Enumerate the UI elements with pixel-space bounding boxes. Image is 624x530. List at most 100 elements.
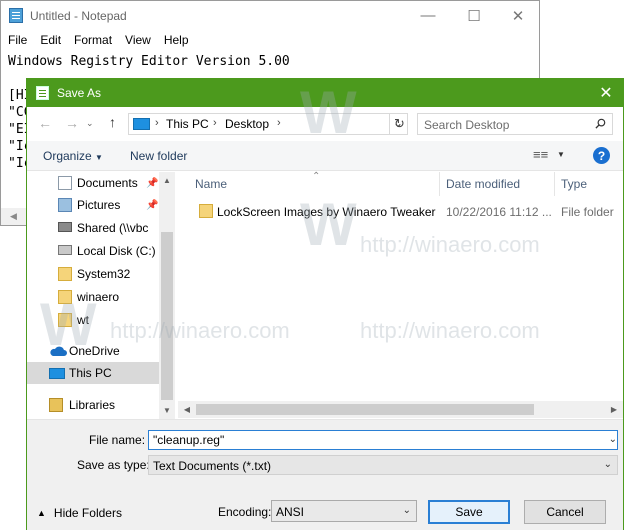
nav-item-wt[interactable]: wt — [27, 309, 159, 331]
scrollbar-thumb[interactable] — [161, 232, 173, 400]
nav-item-system32[interactable]: System32 — [27, 263, 159, 285]
dialog-title-bar[interactable]: Save As ✕ — [27, 79, 623, 107]
file-list-scrollbar[interactable]: ◀ ▶ — [178, 401, 623, 418]
file-name-input[interactable] — [148, 430, 618, 450]
encoding-value: ANSI — [276, 505, 305, 519]
column-divider[interactable] — [439, 172, 440, 196]
encoding-label: Encoding: — [218, 505, 272, 519]
pin-icon[interactable]: 📌 — [146, 178, 158, 189]
organize-button[interactable]: Organize ▼ — [43, 149, 103, 163]
menu-format[interactable]: Format — [67, 30, 118, 50]
folder-icon — [199, 204, 213, 218]
dialog-title: Save As — [57, 86, 102, 100]
view-options-icon[interactable]: ≡≡ — [533, 147, 548, 162]
recent-dropdown-icon[interactable]: ⌄ — [86, 118, 94, 129]
up-arrow-icon[interactable]: ↑ — [109, 114, 116, 130]
refresh-icon[interactable]: ↻ — [389, 113, 409, 135]
notepad-title-bar[interactable]: Untitled - Notepad — ☐ ✕ — [1, 1, 539, 30]
notepad-icon — [9, 8, 23, 23]
hide-folders-button[interactable]: ▲ Hide Folders — [37, 506, 122, 520]
notepad-text-line[interactable]: Windows Registry Editor Version 5.00 — [8, 53, 290, 70]
close-icon[interactable]: ✕ — [495, 1, 541, 30]
address-bar[interactable]: › This PC › Desktop › ⌄ — [128, 113, 408, 135]
nav-item-label: Documents — [77, 176, 138, 190]
save-as-type-select[interactable]: Text Documents (*.txt) ⌄ — [148, 455, 618, 475]
column-date-modified[interactable]: Date modified — [446, 177, 520, 191]
save-as-icon — [36, 86, 49, 100]
cancel-button[interactable]: Cancel — [524, 500, 606, 524]
new-folder-button[interactable]: New folder — [130, 149, 187, 163]
scroll-up-icon[interactable]: ▲ — [161, 174, 173, 186]
dialog-close-icon[interactable]: ✕ — [595, 82, 617, 104]
search-box[interactable]: Search Desktop — [417, 113, 613, 135]
nav-item-local-disk[interactable]: Local Disk (C:) — [27, 240, 159, 262]
column-type[interactable]: Type — [561, 177, 587, 191]
folder-icon — [58, 290, 72, 304]
notepad-menu-bar: File Edit Format View Help — [1, 30, 539, 50]
nav-item-pictures[interactable]: Pictures 📌 — [27, 194, 159, 216]
nav-item-libraries[interactable]: Libraries — [27, 394, 159, 416]
save-as-type-label: Save as type: — [77, 458, 150, 472]
notepad-scroll-left-icon[interactable]: ◀ — [1, 208, 26, 225]
chevron-down-icon: ⌄ — [402, 505, 411, 516]
file-name: LockScreen Images by Winaero Tweaker — [217, 205, 436, 219]
view-dropdown-icon[interactable]: ▼ — [557, 150, 565, 159]
column-name[interactable]: Name — [195, 177, 227, 191]
search-icon[interactable] — [595, 118, 606, 129]
back-arrow-icon[interactable]: ← — [38, 115, 52, 131]
nav-item-documents[interactable]: Documents 📌 — [27, 172, 159, 194]
nav-item-label: Pictures — [77, 198, 121, 212]
chevron-down-icon: ⌄ — [603, 459, 612, 470]
column-divider[interactable] — [554, 172, 555, 196]
scrollbar-thumb[interactable] — [196, 404, 534, 415]
address-item-this-pc[interactable]: This PC — [166, 117, 209, 131]
scroll-left-icon[interactable]: ◀ — [181, 403, 193, 415]
nav-item-label: System32 — [77, 267, 131, 281]
forward-arrow-icon[interactable]: → — [65, 115, 79, 131]
nav-item-this-pc[interactable]: This PC — [27, 362, 159, 384]
address-item-desktop[interactable]: Desktop — [225, 117, 269, 131]
file-date-modified: 10/22/2016 11:12 ... — [446, 205, 552, 219]
help-icon[interactable]: ? — [593, 147, 610, 164]
documents-icon — [58, 176, 72, 190]
scroll-down-icon[interactable]: ▼ — [161, 404, 173, 416]
menu-help[interactable]: Help — [157, 30, 195, 50]
folder-icon — [58, 313, 72, 327]
libraries-icon — [49, 398, 63, 412]
menu-file[interactable]: File — [1, 30, 33, 50]
this-pc-icon — [49, 368, 65, 379]
pin-icon[interactable]: 📌 — [146, 200, 158, 211]
chevron-down-icon[interactable]: ⌄ — [609, 434, 617, 445]
nav-item-label: winaero — [77, 290, 120, 304]
save-button[interactable]: Save — [428, 500, 510, 524]
file-list-header: Name ⌃ Date modified Type — [187, 171, 624, 196]
encoding-select[interactable]: ANSI ⌄ — [271, 500, 417, 522]
nav-item-winaero[interactable]: winaero — [27, 286, 159, 308]
organize-label: Organize — [43, 149, 92, 163]
menu-edit[interactable]: Edit — [33, 30, 67, 50]
onedrive-icon — [50, 346, 67, 356]
nav-item-onedrive[interactable]: OneDrive — [27, 340, 159, 362]
chevron-right-icon[interactable]: › — [277, 117, 281, 129]
toolbar: Organize ▼ New folder ≡≡ ▼ ? — [27, 141, 623, 171]
save-as-type-value: Text Documents (*.txt) — [153, 459, 272, 473]
save-as-dialog: Save As ✕ ← → ⌄ ↑ › This PC › Desktop › … — [26, 78, 624, 530]
menu-view[interactable]: View — [118, 30, 157, 50]
nav-item-shared[interactable]: Shared (\\vbc — [27, 217, 159, 239]
maximize-icon[interactable]: ☐ — [451, 1, 497, 30]
search-input[interactable]: Search Desktop — [424, 118, 509, 132]
disk-icon — [58, 245, 72, 255]
caret-up-icon: ▲ — [37, 508, 46, 518]
chevron-right-icon[interactable]: › — [155, 117, 159, 129]
nav-item-label: Shared (\\vbc — [77, 221, 149, 235]
file-row[interactable]: LockScreen Images by Winaero Tweaker 10/… — [187, 200, 624, 222]
minimize-icon[interactable]: — — [405, 1, 451, 30]
save-form: File name: ⌄ Save as type: Text Document… — [27, 419, 623, 530]
nav-item-label: wt — [77, 313, 89, 327]
this-pc-icon — [133, 118, 150, 130]
chevron-right-icon[interactable]: › — [213, 117, 217, 129]
sort-up-icon: ⌃ — [312, 171, 321, 182]
scroll-right-icon[interactable]: ▶ — [608, 403, 620, 415]
nav-pane-scrollbar[interactable]: ▲ ▼ — [159, 172, 175, 419]
folder-icon — [58, 267, 72, 281]
